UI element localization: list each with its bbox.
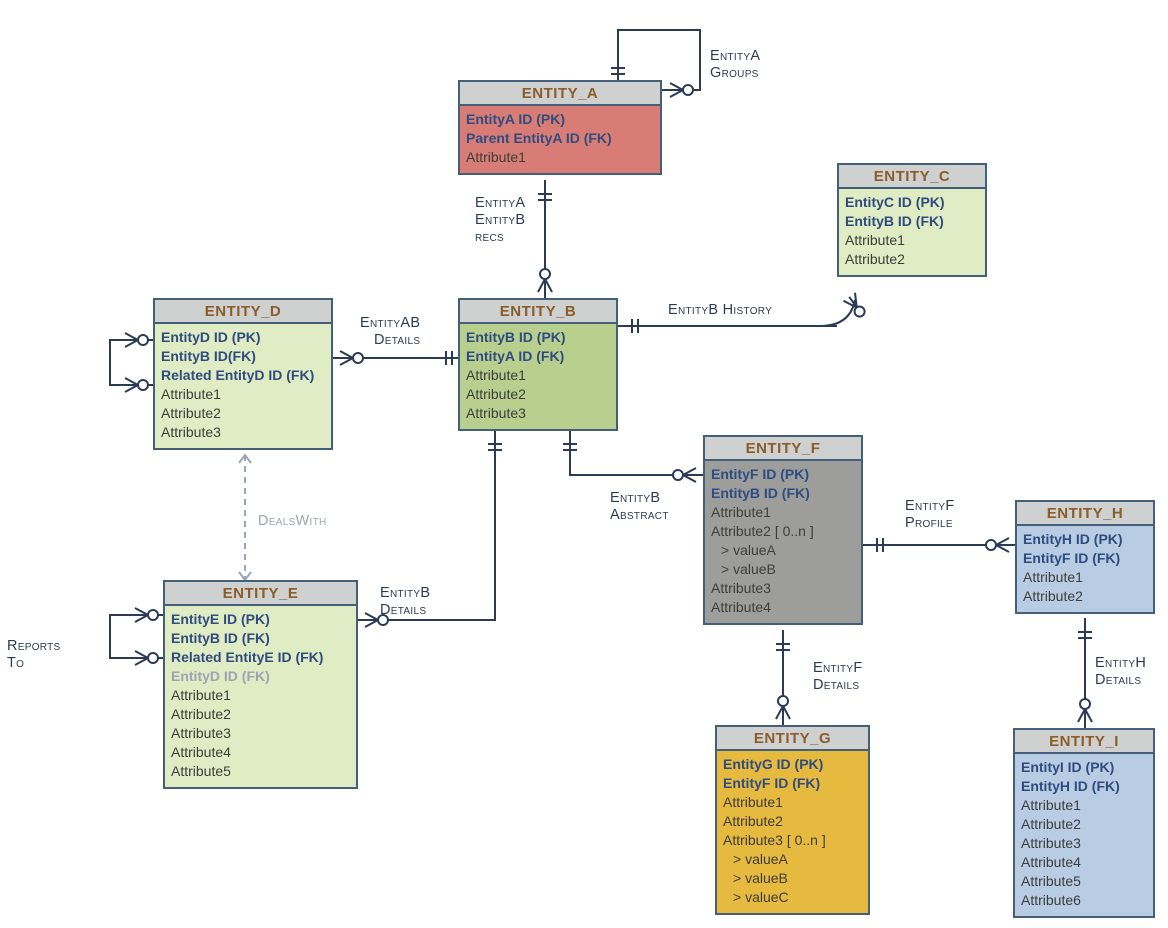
- entity-row: EntityD ID (FK): [171, 667, 350, 686]
- entity-d: ENTITY_D EntityD ID (PK)EntityB ID(FK)Re…: [153, 298, 333, 450]
- label-a-b-recs: EntityAEntityBrecs: [475, 195, 525, 246]
- entity-row: Attribute1: [171, 686, 350, 705]
- label-reports-to: ReportsTo: [7, 638, 61, 672]
- entity-row: > valueB: [711, 560, 855, 579]
- entity-row: Attribute4: [171, 743, 350, 762]
- entity-row: > valueA: [723, 850, 862, 869]
- entity-row: Attribute5: [1021, 872, 1147, 891]
- entity-row: Attribute1: [466, 366, 610, 385]
- entity-i: ENTITY_I EntityI ID (PK)EntityH ID (FK)A…: [1013, 728, 1155, 918]
- entity-e-body: EntityE ID (PK)EntityB ID (FK)Related En…: [165, 606, 356, 787]
- label-ab-details: EntityABDetails: [360, 315, 420, 349]
- entity-row: EntityF ID (FK): [1023, 549, 1147, 568]
- entity-row: > valueA: [711, 541, 855, 560]
- label-h-details: EntityHDetails: [1095, 655, 1146, 689]
- entity-row: Attribute3: [161, 423, 325, 442]
- entity-row: EntityF ID (PK): [711, 465, 855, 484]
- entity-row: > valueC: [723, 888, 862, 907]
- entity-row: Related EntityD ID (FK): [161, 366, 325, 385]
- entity-row: Attribute3: [466, 404, 610, 423]
- entity-a: ENTITY_A EntityA ID (PK)Parent EntityA I…: [458, 80, 662, 175]
- entity-row: > valueB: [723, 869, 862, 888]
- entity-row: Attribute3: [171, 724, 350, 743]
- entity-row: EntityF ID (FK): [723, 774, 862, 793]
- entity-row: Attribute2 [ 0..n ]: [711, 522, 855, 541]
- entity-h-title: ENTITY_H: [1017, 502, 1153, 526]
- entity-row: EntityB ID (FK): [845, 212, 979, 231]
- label-deals-with: DealsWith: [258, 513, 327, 530]
- entity-row: EntityB ID(FK): [161, 347, 325, 366]
- entity-d-body: EntityD ID (PK)EntityB ID(FK)Related Ent…: [155, 324, 331, 448]
- entity-a-body: EntityA ID (PK)Parent EntityA ID (FK)Att…: [460, 106, 660, 173]
- entity-row: Attribute3: [1021, 834, 1147, 853]
- entity-row: EntityI ID (PK): [1021, 758, 1147, 777]
- entity-row: Attribute3: [711, 579, 855, 598]
- entity-row: Related EntityE ID (FK): [171, 648, 350, 667]
- entity-e-title: ENTITY_E: [165, 582, 356, 606]
- label-b-abstract: EntityBAbstract: [610, 490, 669, 524]
- entity-row: Attribute1: [161, 385, 325, 404]
- entity-row: Attribute1: [1021, 796, 1147, 815]
- entity-row: EntityB ID (PK): [466, 328, 610, 347]
- entity-row: Attribute1: [466, 148, 654, 167]
- entity-row: Parent EntityA ID (FK): [466, 129, 654, 148]
- entity-row: EntityB ID (FK): [711, 484, 855, 503]
- entity-b-body: EntityB ID (PK)EntityA ID (FK)Attribute1…: [460, 324, 616, 429]
- entity-c-title: ENTITY_C: [839, 165, 985, 189]
- entity-f: ENTITY_F EntityF ID (PK)EntityB ID (FK)A…: [703, 435, 863, 625]
- entity-row: EntityH ID (FK): [1021, 777, 1147, 796]
- entity-row: Attribute2: [466, 385, 610, 404]
- entity-row: EntityG ID (PK): [723, 755, 862, 774]
- entity-h-body: EntityH ID (PK)EntityF ID (FK)Attribute1…: [1017, 526, 1153, 612]
- entity-c: ENTITY_C EntityC ID (PK)EntityB ID (FK)A…: [837, 163, 987, 277]
- entity-row: Attribute3 [ 0..n ]: [723, 831, 862, 850]
- entity-i-title: ENTITY_I: [1015, 730, 1153, 754]
- entity-row: EntityA ID (PK): [466, 110, 654, 129]
- entity-row: Attribute4: [1021, 853, 1147, 872]
- entity-row: Attribute5: [171, 762, 350, 781]
- entity-row: Attribute2: [845, 250, 979, 269]
- entity-row: Attribute2: [161, 404, 325, 423]
- entity-h: ENTITY_H EntityH ID (PK)EntityF ID (FK)A…: [1015, 500, 1155, 614]
- entity-g-body: EntityG ID (PK)EntityF ID (FK)Attribute1…: [717, 751, 868, 913]
- entity-row: EntityB ID (FK): [171, 629, 350, 648]
- entity-row: EntityD ID (PK): [161, 328, 325, 347]
- entity-d-title: ENTITY_D: [155, 300, 331, 324]
- entity-row: Attribute1: [845, 231, 979, 250]
- entity-i-body: EntityI ID (PK)EntityH ID (FK)Attribute1…: [1015, 754, 1153, 916]
- entity-row: EntityE ID (PK): [171, 610, 350, 629]
- entity-f-body: EntityF ID (PK)EntityB ID (FK)Attribute1…: [705, 461, 861, 623]
- label-b-details: EntityBDetails: [380, 585, 430, 619]
- entity-row: Attribute6: [1021, 891, 1147, 910]
- entity-g-title: ENTITY_G: [717, 727, 868, 751]
- entity-row: Attribute1: [723, 793, 862, 812]
- entity-row: EntityC ID (PK): [845, 193, 979, 212]
- entity-row: Attribute4: [711, 598, 855, 617]
- entity-row: Attribute2: [1023, 587, 1147, 606]
- label-f-profile: EntityFProfile: [905, 498, 955, 532]
- label-b-history: EntityB History: [668, 302, 772, 319]
- entity-g: ENTITY_G EntityG ID (PK)EntityF ID (FK)A…: [715, 725, 870, 915]
- entity-e: ENTITY_E EntityE ID (PK)EntityB ID (FK)R…: [163, 580, 358, 789]
- entity-row: EntityA ID (FK): [466, 347, 610, 366]
- entity-c-body: EntityC ID (PK)EntityB ID (FK)Attribute1…: [839, 189, 985, 275]
- entity-b: ENTITY_B EntityB ID (PK)EntityA ID (FK)A…: [458, 298, 618, 431]
- label-a-groups: EntityAGroups: [710, 48, 760, 82]
- entity-row: Attribute2: [171, 705, 350, 724]
- label-f-details: EntityFDetails: [813, 660, 863, 694]
- entity-row: Attribute1: [1023, 568, 1147, 587]
- entity-a-title: ENTITY_A: [460, 82, 660, 106]
- entity-row: EntityH ID (PK): [1023, 530, 1147, 549]
- entity-row: Attribute1: [711, 503, 855, 522]
- entity-f-title: ENTITY_F: [705, 437, 861, 461]
- entity-b-title: ENTITY_B: [460, 300, 616, 324]
- entity-row: Attribute2: [1021, 815, 1147, 834]
- entity-row: Attribute2: [723, 812, 862, 831]
